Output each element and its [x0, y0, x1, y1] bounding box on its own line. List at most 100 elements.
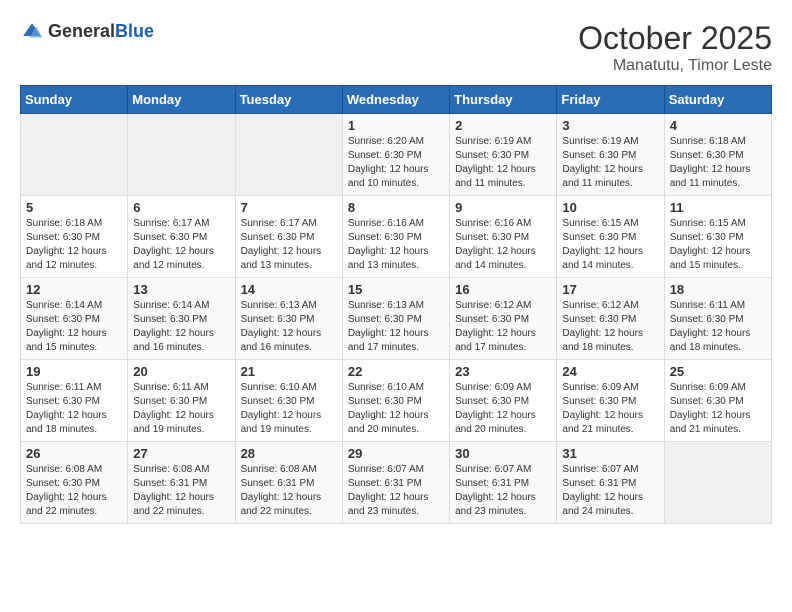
calendar-week-row: 12 Sunrise: 6:14 AM Sunset: 6:30 PM Dayli…	[21, 278, 772, 360]
calendar-cell: 1Sunrise: 6:20 AM Sunset: 6:30 PM Daylig…	[342, 114, 449, 196]
calendar-cell: 13 Sunrise: 6:14 AM Sunset: 6:30 PM Dayli…	[128, 278, 235, 360]
day-info: Sunrise: 6:09 AM Sunset: 6:30 PM Dayligh…	[670, 381, 766, 437]
day-number: 28	[241, 446, 337, 461]
calendar-cell: 27 Sunrise: 6:08 AM Sunset: 6:31 PM Dayli…	[128, 442, 235, 524]
day-number: 16	[455, 282, 551, 297]
calendar-cell: 31Sunrise: 6:07 AM Sunset: 6:31 PM Dayli…	[557, 442, 664, 524]
calendar-cell: 17 Sunrise: 6:12 AM Sunset: 6:30 PM Dayli…	[557, 278, 664, 360]
day-number: 10	[562, 200, 658, 215]
day-info: Sunrise: 6:14 AM Sunset: 6:30 PM Dayligh…	[133, 299, 229, 355]
weekday-header-tuesday: Tuesday	[235, 86, 342, 114]
calendar-cell: 11 Sunrise: 6:15 AM Sunset: 6:30 PM Dayli…	[664, 196, 771, 278]
calendar-cell: 18Sunrise: 6:11 AM Sunset: 6:30 PM Dayli…	[664, 278, 771, 360]
logo: GeneralBlue	[20, 20, 154, 44]
day-number: 13	[133, 282, 229, 297]
day-info: Sunrise: 6:20 AM Sunset: 6:30 PM Dayligh…	[348, 135, 444, 191]
day-info: Sunrise: 6:12 AM Sunset: 6:30 PM Dayligh…	[562, 299, 658, 355]
calendar-cell: 16Sunrise: 6:12 AM Sunset: 6:30 PM Dayli…	[450, 278, 557, 360]
calendar-cell: 14 Sunrise: 6:13 AM Sunset: 6:30 PM Dayli…	[235, 278, 342, 360]
day-number: 23	[455, 364, 551, 379]
weekday-header-wednesday: Wednesday	[342, 86, 449, 114]
calendar-cell: 5 Sunrise: 6:18 AM Sunset: 6:30 PM Daylig…	[21, 196, 128, 278]
day-info: Sunrise: 6:09 AM Sunset: 6:30 PM Dayligh…	[562, 381, 658, 437]
calendar-cell	[235, 114, 342, 196]
calendar-table: SundayMondayTuesdayWednesdayThursdayFrid…	[20, 85, 772, 524]
month-year-title: October 2025	[578, 20, 772, 57]
calendar-cell: 22Sunrise: 6:10 AM Sunset: 6:30 PM Dayli…	[342, 360, 449, 442]
weekday-header-friday: Friday	[557, 86, 664, 114]
calendar-week-row: 5 Sunrise: 6:18 AM Sunset: 6:30 PM Daylig…	[21, 196, 772, 278]
day-number: 26	[26, 446, 122, 461]
calendar-week-row: 1Sunrise: 6:20 AM Sunset: 6:30 PM Daylig…	[21, 114, 772, 196]
calendar-cell: 19Sunrise: 6:11 AM Sunset: 6:30 PM Dayli…	[21, 360, 128, 442]
day-number: 21	[241, 364, 337, 379]
day-number: 12	[26, 282, 122, 297]
day-info: Sunrise: 6:18 AM Sunset: 6:30 PM Dayligh…	[26, 217, 122, 273]
day-info: Sunrise: 6:07 AM Sunset: 6:31 PM Dayligh…	[562, 463, 658, 519]
calendar-cell: 24 Sunrise: 6:09 AM Sunset: 6:30 PM Dayli…	[557, 360, 664, 442]
day-number: 2	[455, 118, 551, 133]
weekday-header-row: SundayMondayTuesdayWednesdayThursdayFrid…	[21, 86, 772, 114]
day-number: 9	[455, 200, 551, 215]
day-info: Sunrise: 6:07 AM Sunset: 6:31 PM Dayligh…	[348, 463, 444, 519]
day-number: 15	[348, 282, 444, 297]
calendar-cell: 28Sunrise: 6:08 AM Sunset: 6:31 PM Dayli…	[235, 442, 342, 524]
day-info: Sunrise: 6:11 AM Sunset: 6:30 PM Dayligh…	[133, 381, 229, 437]
weekday-header-sunday: Sunday	[21, 86, 128, 114]
day-number: 8	[348, 200, 444, 215]
day-number: 11	[670, 200, 766, 215]
calendar-cell: 9 Sunrise: 6:16 AM Sunset: 6:30 PM Daylig…	[450, 196, 557, 278]
calendar-cell: 6 Sunrise: 6:17 AM Sunset: 6:30 PM Daylig…	[128, 196, 235, 278]
calendar-cell: 29Sunrise: 6:07 AM Sunset: 6:31 PM Dayli…	[342, 442, 449, 524]
day-number: 3	[562, 118, 658, 133]
day-info: Sunrise: 6:17 AM Sunset: 6:30 PM Dayligh…	[133, 217, 229, 273]
calendar-cell: 12Sunrise: 6:14 AM Sunset: 6:30 PM Dayli…	[21, 278, 128, 360]
logo-icon	[20, 20, 44, 44]
day-number: 22	[348, 364, 444, 379]
title-section: October 2025 Manatutu, Timor Leste	[578, 20, 772, 75]
day-info: Sunrise: 6:11 AM Sunset: 6:30 PM Dayligh…	[26, 381, 122, 437]
day-number: 5	[26, 200, 122, 215]
day-info: Sunrise: 6:13 AM Sunset: 6:30 PM Dayligh…	[348, 299, 444, 355]
calendar-cell: 23 Sunrise: 6:09 AM Sunset: 6:30 PM Dayli…	[450, 360, 557, 442]
calendar-cell: 4 Sunrise: 6:18 AM Sunset: 6:30 PM Daylig…	[664, 114, 771, 196]
day-info: Sunrise: 6:18 AM Sunset: 6:30 PM Dayligh…	[670, 135, 766, 191]
location-subtitle: Manatutu, Timor Leste	[578, 57, 772, 75]
day-info: Sunrise: 6:07 AM Sunset: 6:31 PM Dayligh…	[455, 463, 551, 519]
calendar-cell: 26 Sunrise: 6:08 AM Sunset: 6:30 PM Dayli…	[21, 442, 128, 524]
page-header: GeneralBlue October 2025 Manatutu, Timor…	[20, 20, 772, 75]
calendar-week-row: 26 Sunrise: 6:08 AM Sunset: 6:30 PM Dayli…	[21, 442, 772, 524]
calendar-cell: 2 Sunrise: 6:19 AM Sunset: 6:30 PM Daylig…	[450, 114, 557, 196]
day-number: 17	[562, 282, 658, 297]
day-info: Sunrise: 6:19 AM Sunset: 6:30 PM Dayligh…	[455, 135, 551, 191]
calendar-cell: 30 Sunrise: 6:07 AM Sunset: 6:31 PM Dayli…	[450, 442, 557, 524]
day-info: Sunrise: 6:09 AM Sunset: 6:30 PM Dayligh…	[455, 381, 551, 437]
day-number: 6	[133, 200, 229, 215]
calendar-cell: 8 Sunrise: 6:16 AM Sunset: 6:30 PM Daylig…	[342, 196, 449, 278]
day-info: Sunrise: 6:19 AM Sunset: 6:30 PM Dayligh…	[562, 135, 658, 191]
calendar-cell: 10 Sunrise: 6:15 AM Sunset: 6:30 PM Dayli…	[557, 196, 664, 278]
day-number: 30	[455, 446, 551, 461]
day-number: 24	[562, 364, 658, 379]
weekday-header-monday: Monday	[128, 86, 235, 114]
calendar-week-row: 19Sunrise: 6:11 AM Sunset: 6:30 PM Dayli…	[21, 360, 772, 442]
calendar-cell: 15 Sunrise: 6:13 AM Sunset: 6:30 PM Dayli…	[342, 278, 449, 360]
day-info: Sunrise: 6:13 AM Sunset: 6:30 PM Dayligh…	[241, 299, 337, 355]
day-number: 4	[670, 118, 766, 133]
calendar-cell	[128, 114, 235, 196]
day-number: 27	[133, 446, 229, 461]
day-info: Sunrise: 6:10 AM Sunset: 6:30 PM Dayligh…	[241, 381, 337, 437]
day-info: Sunrise: 6:16 AM Sunset: 6:30 PM Dayligh…	[455, 217, 551, 273]
day-info: Sunrise: 6:11 AM Sunset: 6:30 PM Dayligh…	[670, 299, 766, 355]
day-info: Sunrise: 6:08 AM Sunset: 6:30 PM Dayligh…	[26, 463, 122, 519]
weekday-header-thursday: Thursday	[450, 86, 557, 114]
day-number: 7	[241, 200, 337, 215]
calendar-cell	[21, 114, 128, 196]
day-number: 14	[241, 282, 337, 297]
calendar-cell: 3 Sunrise: 6:19 AM Sunset: 6:30 PM Daylig…	[557, 114, 664, 196]
day-info: Sunrise: 6:16 AM Sunset: 6:30 PM Dayligh…	[348, 217, 444, 273]
day-info: Sunrise: 6:08 AM Sunset: 6:31 PM Dayligh…	[133, 463, 229, 519]
day-info: Sunrise: 6:15 AM Sunset: 6:30 PM Dayligh…	[562, 217, 658, 273]
day-info: Sunrise: 6:15 AM Sunset: 6:30 PM Dayligh…	[670, 217, 766, 273]
calendar-cell: 20Sunrise: 6:11 AM Sunset: 6:30 PM Dayli…	[128, 360, 235, 442]
